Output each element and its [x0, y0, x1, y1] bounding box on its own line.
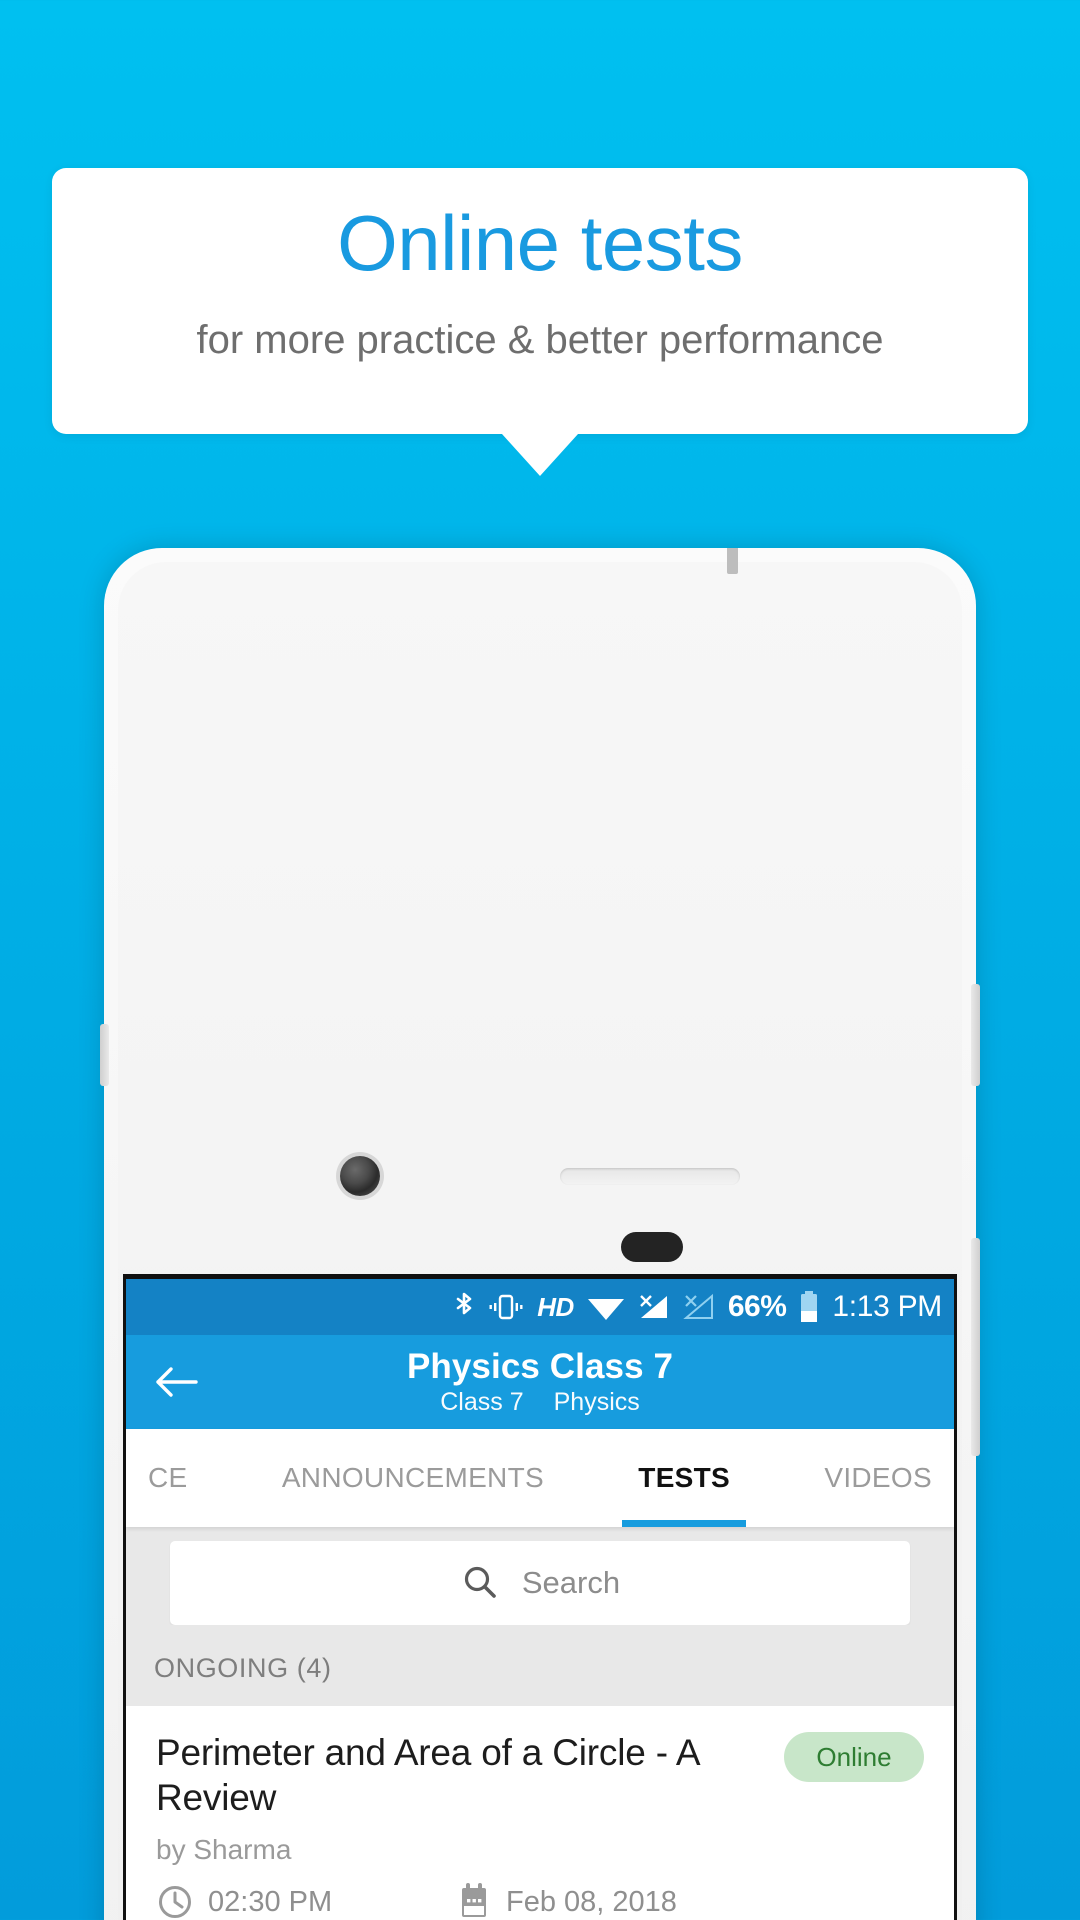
battery-icon [799, 1290, 819, 1324]
status-bar: HD 66% 1:13 PM [126, 1279, 954, 1335]
volume-button[interactable] [971, 1238, 980, 1456]
breadcrumb-subject: Physics [553, 1388, 640, 1417]
signal-no-sim2-icon [683, 1292, 715, 1322]
test-author: by Sharma [156, 1834, 292, 1866]
tab-tests[interactable]: TESTS [622, 1429, 746, 1527]
wifi-icon [587, 1293, 625, 1321]
search-icon [460, 1563, 500, 1603]
test-date-label: Feb 08, 2018 [506, 1885, 677, 1918]
promo-banner-pointer [502, 434, 578, 476]
phone-screen: HD 66% 1:13 PM Physics Class 7 Class 7 P… [123, 1274, 957, 1920]
front-camera-icon [340, 1156, 380, 1196]
clock-icon [156, 1883, 194, 1920]
search-placeholder: Search [521, 1565, 621, 1600]
signal-no-sim1-icon [638, 1292, 670, 1322]
search-zone: Search [126, 1527, 954, 1625]
section-header-ongoing: ONGOING (4) [126, 1625, 954, 1706]
breadcrumb: Class 7 Physics [126, 1388, 954, 1417]
tab-bar: CE ANNOUNCEMENTS TESTS VIDEOS [126, 1429, 954, 1527]
tab-announcements[interactable]: ANNOUNCEMENTS [282, 1429, 544, 1527]
page-title: Physics Class 7 [406, 1346, 674, 1386]
status-badge: Online [784, 1732, 924, 1782]
vibrate-icon [488, 1292, 524, 1322]
battery-percent-label: 66% [727, 1290, 787, 1323]
promo-banner: Online tests for more practice & better … [52, 168, 1028, 434]
promo-banner-subtitle: for more practice & better performance [196, 318, 884, 362]
tab-videos[interactable]: VIDEOS [824, 1429, 932, 1527]
table-row[interactable]: Perimeter and Area of a Circle - A Revie… [126, 1706, 954, 1920]
status-clock: 1:13 PM [832, 1290, 942, 1323]
back-arrow-icon[interactable] [152, 1358, 200, 1406]
app-bar: Physics Class 7 Class 7 Physics [126, 1335, 954, 1429]
promo-banner-title: Online tests [337, 199, 743, 287]
tab-ce[interactable]: CE [148, 1429, 188, 1527]
proximity-sensor [621, 1232, 683, 1262]
app-bar-titles: Physics Class 7 Class 7 Physics [126, 1347, 954, 1417]
antenna-line [727, 548, 738, 574]
test-time-label: 02:30 PM [208, 1885, 333, 1918]
earpiece-speaker [560, 1168, 740, 1185]
test-title: Perimeter and Area of a Circle - A Revie… [156, 1732, 699, 1819]
calendar-icon [456, 1882, 492, 1920]
breadcrumb-class: Class 7 [440, 1388, 524, 1417]
left-side-button[interactable] [100, 1024, 109, 1086]
test-time: 02:30 PM [156, 1883, 456, 1920]
search-input[interactable]: Search [170, 1541, 910, 1625]
test-date: Feb 08, 2018 [456, 1882, 677, 1920]
test-meta: 02:30 PM Feb 08, 2018 [156, 1882, 924, 1920]
power-button[interactable] [971, 984, 980, 1086]
hd-icon: HD [537, 1291, 574, 1322]
phone-mockup: HD 66% 1:13 PM Physics Class 7 Class 7 P… [100, 548, 980, 1920]
bluetooth-icon [453, 1291, 475, 1323]
